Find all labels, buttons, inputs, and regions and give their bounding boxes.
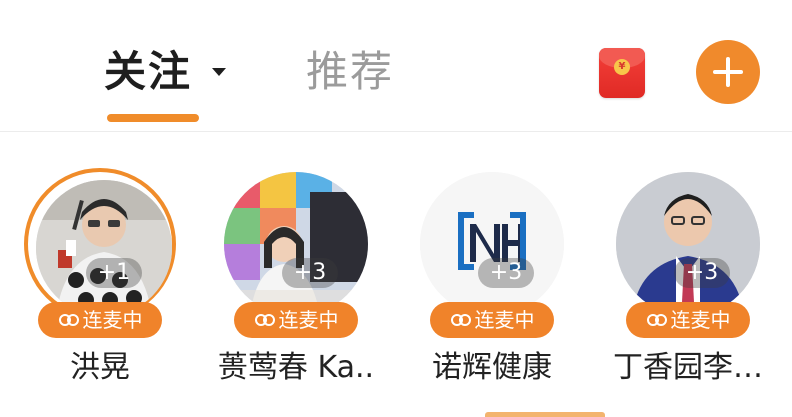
live-link-badge: 连麦中 [38, 302, 162, 338]
red-envelope-icon[interactable]: ¥ [599, 48, 645, 98]
avatar[interactable] [224, 172, 368, 316]
avatar[interactable] [36, 180, 172, 316]
live-link-badge: 连麦中 [234, 302, 358, 338]
live-room-card[interactable]: +3 连麦中 诺辉健康 [402, 168, 582, 398]
avatar-ring [612, 168, 764, 320]
avatar-ring [416, 168, 568, 320]
red-envelope-coin: ¥ [614, 59, 630, 75]
avatar[interactable] [420, 172, 564, 316]
co-host-count: +3 [674, 258, 730, 288]
tab-follow-label: 关注 [104, 47, 193, 96]
avatar-photo [36, 180, 172, 316]
live-room-card[interactable]: +1 连麦中 洪晃 [10, 168, 190, 398]
avatar-photo [616, 172, 760, 316]
caret-down-icon[interactable] [212, 68, 226, 76]
link-icon [646, 314, 667, 326]
live-badge-label: 连麦中 [82, 308, 143, 332]
link-icon [450, 314, 471, 326]
nh-logo-icon [420, 172, 564, 316]
avatar[interactable] [616, 172, 760, 316]
link-icon [254, 314, 275, 326]
tab-follow[interactable]: 关注 [104, 44, 226, 100]
next-row-preview [485, 412, 605, 417]
room-host-name[interactable]: 丁香园李… [588, 348, 788, 388]
room-host-name[interactable]: 诺辉健康 [392, 348, 592, 388]
co-host-count: +3 [282, 258, 338, 288]
live-link-badge: 连麦中 [626, 302, 750, 338]
active-tab-indicator [107, 114, 199, 122]
header-divider [0, 131, 792, 132]
avatar-ring [24, 168, 176, 320]
co-host-count: +1 [86, 258, 142, 288]
live-link-badge: 连麦中 [430, 302, 554, 338]
avatar-photo [224, 172, 368, 316]
live-badge-label: 连麦中 [670, 308, 731, 332]
tab-recommend-label: 推荐 [306, 47, 395, 96]
avatar-ring [220, 168, 372, 320]
co-host-count: +3 [478, 258, 534, 288]
room-host-name[interactable]: 蒉莺春 Ka.. [196, 348, 396, 388]
tab-recommend[interactable]: 推荐 [306, 44, 394, 100]
live-room-card[interactable]: +3 连麦中 丁香园李… [598, 168, 778, 398]
live-badge-label: 连麦中 [278, 308, 339, 332]
add-button[interactable] [696, 40, 760, 104]
top-tab-bar: 关注 推荐 ¥ [0, 0, 792, 130]
link-icon [58, 314, 79, 326]
live-room-card[interactable]: +3 连麦中 蒉莺春 Ka.. [206, 168, 386, 398]
app-screen: 关注 推荐 ¥ +1 连麦中 洪晃 +3 连麦中 蒉莺春 Ka.. +3 连麦中… [0, 0, 792, 417]
plus-icon-vertical [726, 57, 730, 87]
live-badge-label: 连麦中 [474, 308, 535, 332]
room-host-name[interactable]: 洪晃 [0, 348, 200, 388]
